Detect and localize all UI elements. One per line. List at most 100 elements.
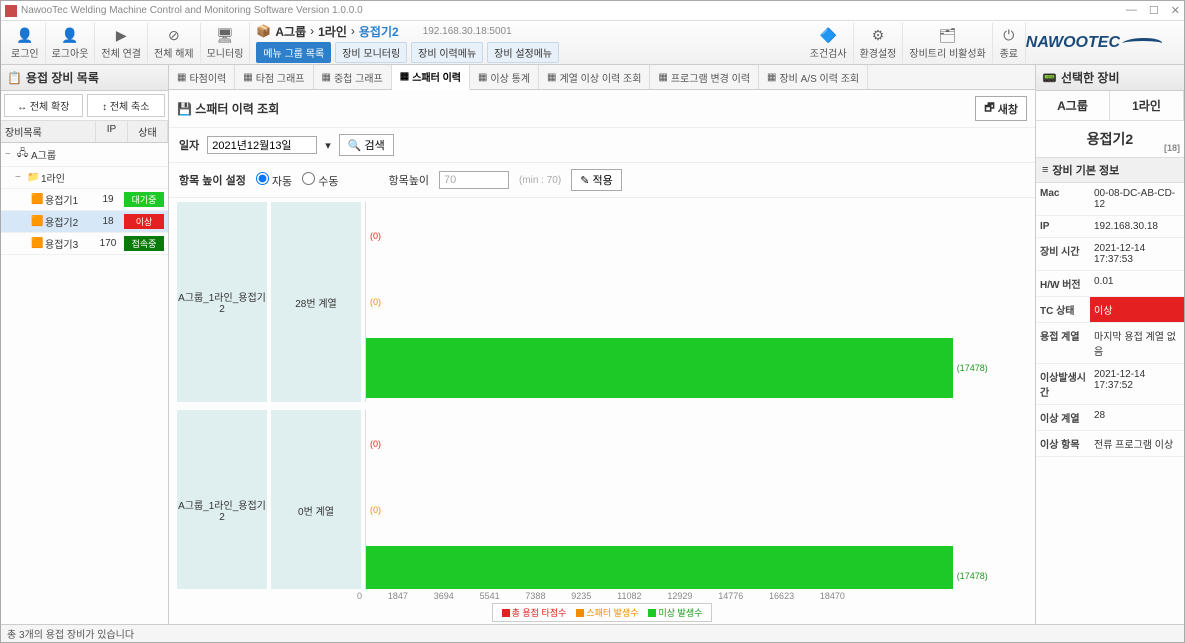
device-info-table: Mac00-08-DC-AB-CD-12 IP192.168.30.18 장비 …	[1036, 183, 1184, 457]
apply-button[interactable]: ✎ 적용	[571, 169, 622, 191]
tab-5[interactable]: ▦계열 이상 이력 조회	[539, 65, 650, 89]
tab-icon: ▦	[400, 71, 409, 82]
statusbar: 총 3개의 용접 장비가 있습니다	[1, 624, 1184, 642]
bc-ip: 192.168.30.18:5001	[423, 26, 512, 37]
info-row: 이상 항목전류 프로그램 이상	[1036, 431, 1184, 457]
tree-group[interactable]: −🖧A그룹	[1, 143, 168, 167]
user-off-icon: 👤	[60, 25, 80, 45]
chart-series-label: 0번 계열	[271, 410, 361, 589]
date-label: 일자	[179, 137, 199, 153]
tab-icon: ▦	[547, 72, 556, 83]
chart-series-label: 28번 계열	[271, 202, 361, 402]
tab-0[interactable]: ▦타점이력	[169, 65, 235, 89]
env-button[interactable]: ⚙환경설정	[854, 23, 904, 63]
chart-device-label: A그룹_1라인_용접기2	[177, 202, 267, 402]
close-button[interactable]: ✕	[1171, 4, 1180, 17]
user-icon: 👤	[15, 25, 35, 45]
refresh-icon: 🗗	[984, 99, 994, 118]
minimize-button[interactable]: —	[1126, 4, 1137, 17]
logout-button[interactable]: 👤로그아웃	[46, 23, 96, 63]
info-row: Mac00-08-DC-AB-CD-12	[1036, 183, 1184, 216]
cube-icon: 🔷	[818, 25, 838, 45]
tree-device[interactable]: 🟧용접기2 18이상	[1, 211, 168, 233]
device-grid-header: 장비목록 IP 상태	[1, 121, 168, 143]
monitoring-button[interactable]: 🖥모니터링	[201, 23, 251, 63]
bc-tab-settings[interactable]: 장비 설정메뉴	[487, 42, 559, 63]
tab-2[interactable]: ▦중첩 그래프	[314, 65, 392, 89]
tab-4[interactable]: ▦이상 통계	[470, 65, 539, 89]
tab-3[interactable]: ▦스패터 이력	[392, 65, 470, 90]
tree-device[interactable]: 🟧용접기3 170접속중	[1, 233, 168, 255]
titlebar-text: NawooTec Welding Machine Control and Mon…	[21, 5, 1126, 16]
center-panel: ▦타점이력▦타점 그래프▦중첩 그래프▦스패터 이력▦이상 통계▦계열 이상 이…	[169, 65, 1036, 624]
chart-bars: (0) (0) (17478)	[365, 410, 1027, 589]
device-icon: 📟	[1042, 71, 1057, 85]
info-row: 장비 시간2021-12-14 17:37:53	[1036, 238, 1184, 271]
connect-all-button[interactable]: ▶전체 연결	[95, 23, 148, 63]
tree-device[interactable]: 🟧용접기1 19대기중	[1, 189, 168, 211]
brand-logo: NAWOOTEC	[1026, 34, 1180, 52]
info-row: 이상발생시간2021-12-14 17:37:52	[1036, 364, 1184, 405]
info-row: 용접 계열마지막 용접 계열 없음	[1036, 323, 1184, 364]
search-button[interactable]: 🔍 검색	[339, 134, 394, 156]
height-value-input[interactable]	[439, 171, 509, 189]
gear-icon: ⚙	[868, 25, 888, 45]
bc-device-icon: 📦	[256, 24, 271, 38]
expand-all-button[interactable]: ↔ 전체 확장	[4, 94, 83, 117]
bc-tab-history[interactable]: 장비 이력메뉴	[411, 42, 483, 63]
device-list-panel: 📋용접 장비 목록 ↔ 전체 확장 ↕ 전체 축소 장비목록 IP 상태 −🖧A…	[1, 65, 169, 624]
sel-line: 1라인	[1110, 91, 1184, 120]
height-label: 항목 높이 설정	[179, 172, 246, 188]
height-auto-radio[interactable]: 자동	[256, 172, 292, 189]
bc-tab-menu-group[interactable]: 메뉴 그룹 목록	[256, 42, 331, 63]
tree-icon: 🗂	[938, 25, 958, 45]
bc-device: 용접기2	[359, 23, 399, 40]
calendar-icon[interactable]: ▾	[325, 139, 331, 152]
list-icon: 📋	[7, 71, 22, 85]
chart-area: A그룹_1라인_용접기2 28번 계열 (0) (0) (17478) A그룹_…	[169, 198, 1035, 589]
play-icon: ▶	[111, 25, 131, 45]
bc-line: 1라인	[318, 23, 347, 40]
history-tabstrip: ▦타점이력▦타점 그래프▦중첩 그래프▦스패터 이력▦이상 통계▦계열 이상 이…	[169, 65, 1035, 90]
chart-row: A그룹_1라인_용접기2 0번 계열 (0) (0) (17478)	[177, 410, 1027, 589]
monitor-icon: 🖥	[215, 25, 235, 45]
subtitle: 스패터 이력 조회	[195, 102, 279, 116]
disconnect-all-button[interactable]: ⊘전체 해제	[148, 23, 201, 63]
x-axis: 0184736945541738892351108212929147761662…	[169, 591, 1035, 601]
height-value-label: 항목높이	[388, 172, 428, 188]
toolbar: 👤로그인 👤로그아웃 ▶전체 연결 ⊘전체 해제 🖥모니터링 📦 A그룹 › 1…	[1, 21, 1184, 65]
app-icon	[5, 5, 17, 17]
bc-tab-monitoring[interactable]: 장비 모니터링	[335, 42, 407, 63]
new-window-button[interactable]: 🗗새창	[975, 96, 1027, 121]
tab-icon: ▦	[658, 72, 667, 83]
sel-group: A그룹	[1036, 91, 1110, 120]
devtree-toggle-button[interactable]: 🗂장비트리 비활성화	[903, 23, 992, 63]
chart-row: A그룹_1라인_용접기2 28번 계열 (0) (0) (17478)	[177, 202, 1027, 402]
date-input[interactable]	[207, 136, 317, 154]
tab-icon: ▦	[478, 72, 487, 83]
bc-group: A그룹	[275, 23, 306, 40]
chart-legend: 총 용접 타점수 스패터 발생수 미상 발생수	[492, 603, 712, 622]
tab-1[interactable]: ▦타점 그래프	[235, 65, 313, 89]
exit-button[interactable]: ⏻종료	[993, 23, 1026, 63]
sel-badge: [18]	[1164, 143, 1180, 153]
tree-line[interactable]: −📁1라인	[1, 167, 168, 189]
selected-device-panel: 📟선택한 장비 A그룹 1라인 용접기2[18] ≡장비 기본 정보 Mac00…	[1036, 65, 1184, 624]
chart-bars: (0) (0) (17478)	[365, 202, 1027, 402]
sel-device: 용접기2[18]	[1036, 121, 1184, 158]
tab-icon: ▦	[767, 72, 776, 83]
tab-7[interactable]: ▦장비 A/S 이력 조회	[759, 65, 868, 89]
save-icon: 💾	[177, 102, 192, 116]
exit-icon: ⏻	[999, 25, 1019, 45]
maximize-button[interactable]: ☐	[1149, 4, 1159, 17]
info-title: 장비 기본 정보	[1052, 162, 1119, 178]
cond-check-button[interactable]: 🔷조건검사	[804, 23, 854, 63]
titlebar: NawooTec Welding Machine Control and Mon…	[1, 1, 1184, 21]
height-manual-radio[interactable]: 수동	[302, 172, 338, 189]
login-button[interactable]: 👤로그인	[5, 23, 46, 63]
device-tree[interactable]: −🖧A그룹−📁1라인 🟧용접기1 19대기중 🟧용접기2 18이상 🟧용접기3 …	[1, 143, 168, 255]
tab-6[interactable]: ▦프로그램 변경 이력	[650, 65, 759, 89]
stop-icon: ⊘	[164, 25, 184, 45]
info-row: 이상 계열28	[1036, 405, 1184, 431]
collapse-all-button[interactable]: ↕ 전체 축소	[87, 94, 166, 117]
